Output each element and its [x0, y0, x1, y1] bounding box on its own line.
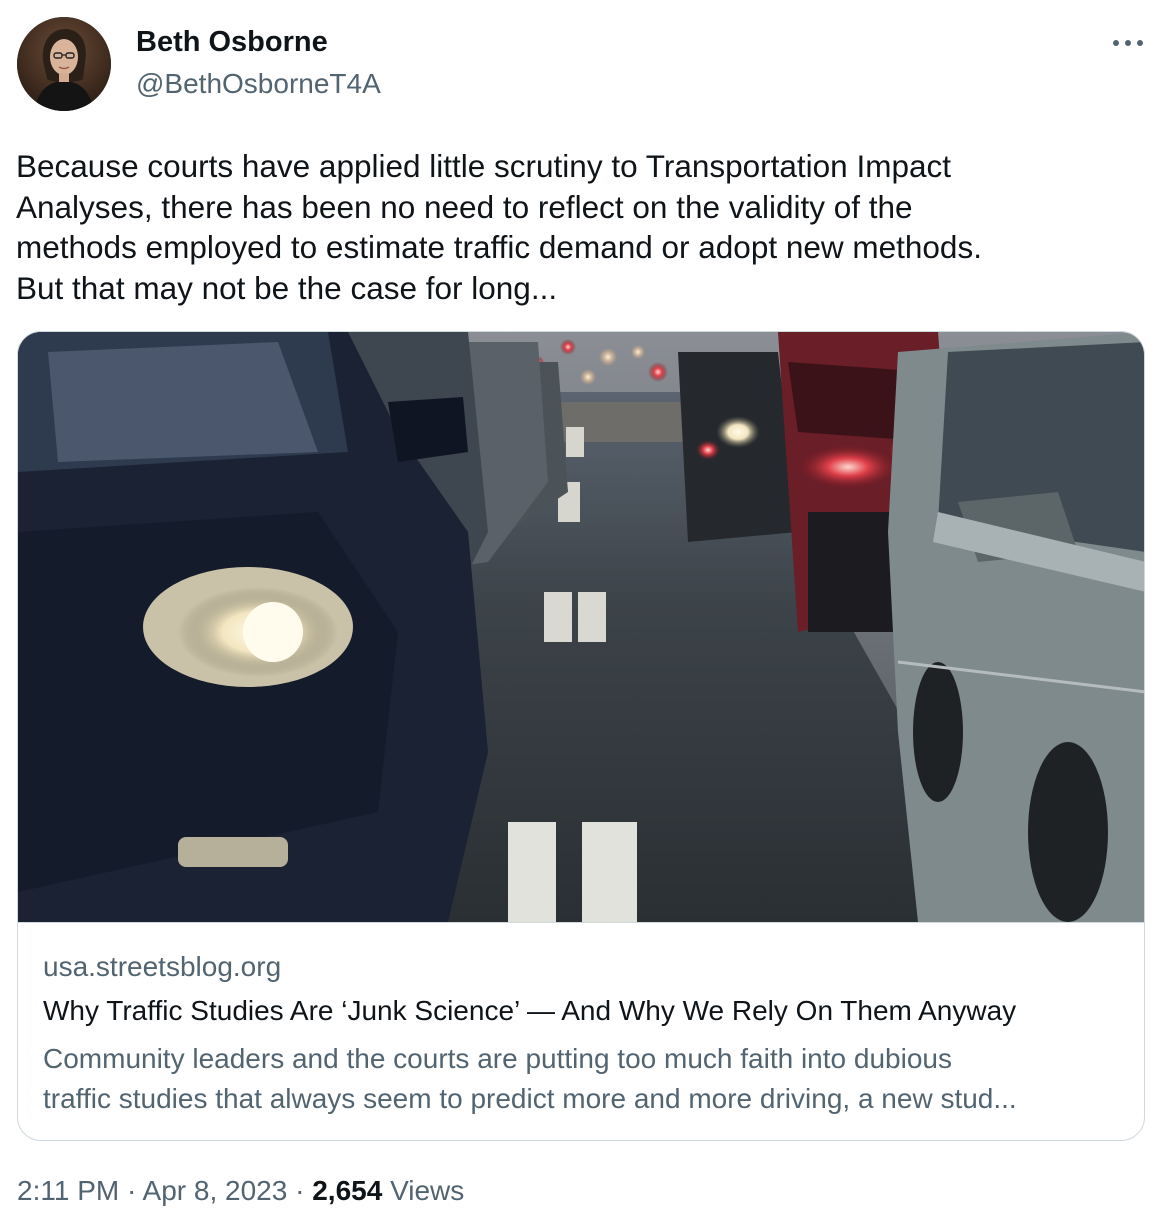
author-name[interactable]: Beth Osborne: [136, 26, 328, 59]
link-card-description-line: traffic studies that always seem to pred…: [43, 1083, 1017, 1114]
meta-separator: ·: [295, 1175, 305, 1206]
link-card-domain[interactable]: usa.streetsblog.org: [43, 951, 281, 983]
tweet-date[interactable]: Apr 8, 2023: [143, 1175, 288, 1206]
meta-separator: ·: [126, 1175, 137, 1206]
link-card-title[interactable]: Why Traffic Studies Are ‘Junk Science’ —…: [43, 995, 1016, 1027]
views-count[interactable]: 2,654: [312, 1175, 382, 1206]
author-handle[interactable]: @BethOsborneT4A: [136, 68, 381, 100]
tweet-text: Because courts have applied little scrut…: [16, 148, 982, 306]
tweet: Beth Osborne @BethOsborneT4A Because cou…: [0, 0, 1170, 1208]
tweet-meta: 2:11 PM · Apr 8, 2023 · 2,654 Views: [17, 1175, 464, 1207]
more-options-button[interactable]: [1108, 30, 1148, 54]
link-card-description-line: Community leaders and the courts are put…: [43, 1043, 952, 1074]
link-card[interactable]: usa.streetsblog.org Why Traffic Studies …: [17, 331, 1145, 1141]
link-card-description[interactable]: Community leaders and the courts are put…: [43, 1039, 1123, 1119]
avatar[interactable]: [17, 17, 111, 111]
views-label: Views: [390, 1175, 465, 1206]
tweet-time[interactable]: 2:11 PM: [17, 1175, 119, 1206]
more-options-icon: [1113, 40, 1143, 46]
link-card-image[interactable]: [18, 332, 1144, 923]
traffic-jam-photo-icon: [18, 332, 1144, 922]
avatar-photo-icon: [17, 17, 111, 111]
